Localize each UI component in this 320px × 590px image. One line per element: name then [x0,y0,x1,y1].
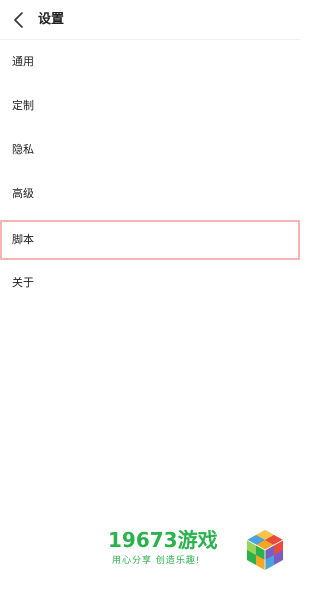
page-title: 设置 [38,12,65,27]
menu-item-label: 高级 [12,187,34,200]
menu-item-label: 关于 [12,276,34,289]
cube-logo-icon [246,530,284,570]
chevron-left-icon[interactable] [12,11,26,29]
watermark: 19673游戏 用心分享 创造乐趣! [108,528,293,572]
menu-item-customize[interactable]: 定制 [0,86,300,126]
menu-item-label: 隐私 [12,143,34,156]
menu-item-label: 通用 [12,55,34,68]
menu-item-about[interactable]: 关于 [0,263,300,303]
watermark-slogan: 用心分享 创造乐趣! [112,556,201,566]
menu-item-general[interactable]: 通用 [0,42,300,82]
watermark-title: 19673游戏 [108,528,218,552]
menu-item-privacy[interactable]: 隐私 [0,130,300,170]
menu-item-label: 脚本 [12,233,34,246]
menu-item-scripts[interactable]: 脚本 [0,220,300,260]
menu-item-label: 定制 [12,99,34,112]
top-bar: 设置 [0,0,300,40]
menu-item-advanced[interactable]: 高级 [0,174,300,214]
